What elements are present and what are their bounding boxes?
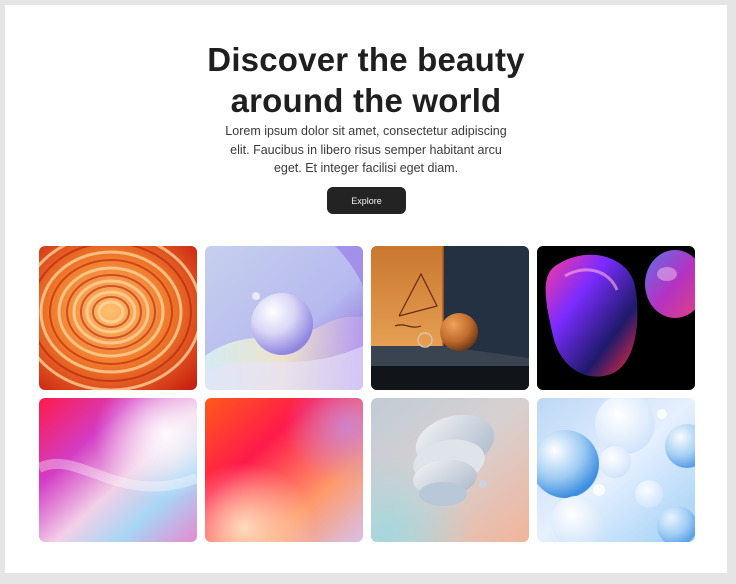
gallery-image-pink-violet-gradient[interactable]: [39, 398, 197, 542]
description-line: Lorem ipsum dolor sit amet, consectetur …: [225, 124, 507, 138]
gallery-image-pastel-sphere[interactable]: [205, 246, 363, 390]
description-line: eget. Et integer facilisi eget diam.: [273, 161, 459, 175]
gallery-image-blue-bubbles[interactable]: [537, 398, 695, 542]
hero-description: Lorem ipsum dolor sit amet, consectetur …: [211, 122, 521, 178]
gallery-image-orange-ball-room[interactable]: [371, 246, 529, 390]
gallery-image-red-orange-gradient[interactable]: [205, 398, 363, 542]
title-line: Discover the beauty: [207, 41, 525, 78]
image-gallery: [39, 246, 695, 542]
page-title: Discover the beauty around the world: [5, 39, 727, 121]
title-line: around the world: [230, 82, 502, 119]
description-line: elit. Faucibus in libero risus semper ha…: [230, 142, 502, 157]
explore-button[interactable]: Explore: [327, 187, 406, 214]
landing-page: Discover the beauty around the world Lor…: [5, 5, 727, 573]
gallery-image-abstract-discs[interactable]: [371, 398, 529, 542]
gallery-image-iridescent-blob[interactable]: [537, 246, 695, 390]
gallery-image-orange-swirl[interactable]: [39, 246, 197, 390]
